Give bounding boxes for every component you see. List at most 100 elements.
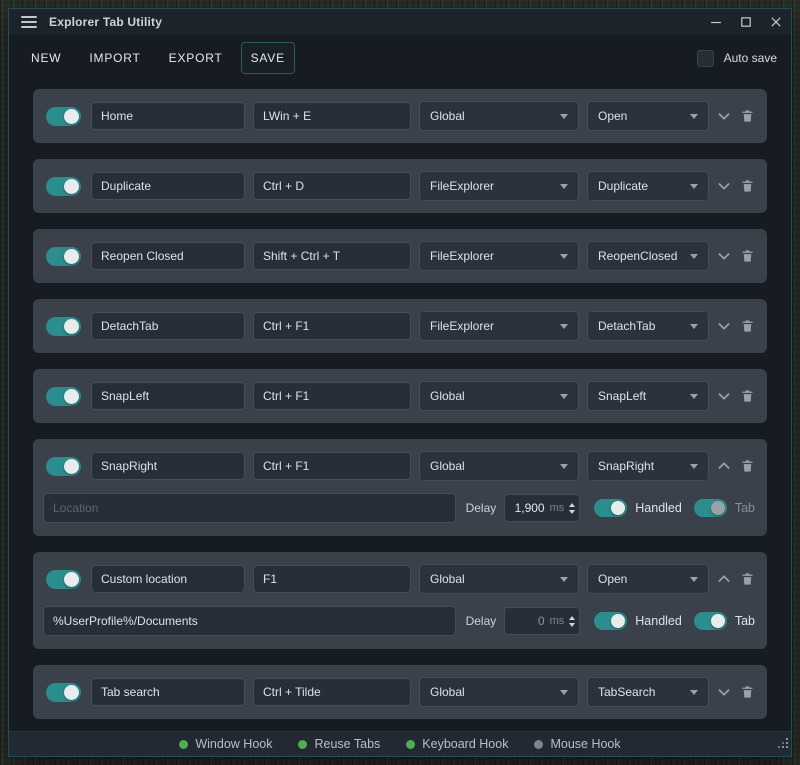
hotkey-input[interactable] <box>253 678 411 706</box>
action-select[interactable]: TabSearch <box>587 677 709 707</box>
action-select[interactable]: SnapLeft <box>587 381 709 411</box>
name-input[interactable] <box>91 172 245 200</box>
name-input[interactable] <box>91 382 245 410</box>
hotkey-row-main: Global TabSearch <box>33 665 767 719</box>
name-input[interactable] <box>91 312 245 340</box>
dropdown-caret-icon <box>690 577 698 582</box>
toggle-knob-icon <box>64 319 79 334</box>
menu-item-save[interactable]: SAVE <box>241 42 295 74</box>
handled-label: Handled <box>635 501 682 515</box>
expand-button[interactable] <box>714 104 734 128</box>
hotkey-input[interactable] <box>253 102 411 130</box>
status-item: Window Hook <box>179 737 272 751</box>
expand-button[interactable] <box>714 174 734 198</box>
name-input[interactable] <box>91 678 245 706</box>
delete-button[interactable] <box>737 454 757 478</box>
expand-button[interactable] <box>714 244 734 268</box>
scope-value: Global <box>430 389 465 403</box>
scope-select[interactable]: Global <box>419 101 579 131</box>
chevron-down-icon <box>716 684 732 700</box>
autosave-checkbox[interactable] <box>697 50 714 67</box>
enabled-toggle[interactable] <box>46 317 81 336</box>
chevron-down-icon <box>716 248 732 264</box>
scope-select[interactable]: FileExplorer <box>419 311 579 341</box>
hotkey-input[interactable] <box>253 242 411 270</box>
handled-toggle[interactable] <box>594 499 627 517</box>
hotkey-row: FileExplorer DetachTab <box>33 299 767 353</box>
delete-button[interactable] <box>737 314 757 338</box>
status-dot-icon <box>179 740 188 749</box>
expand-button[interactable] <box>714 680 734 704</box>
minimize-button[interactable] <box>701 9 731 35</box>
enabled-toggle[interactable] <box>46 387 81 406</box>
tab-toggle[interactable] <box>694 612 727 630</box>
enabled-toggle[interactable] <box>46 247 81 266</box>
menu-icon[interactable] <box>21 16 37 28</box>
trash-icon <box>740 571 755 587</box>
hotkey-row-main: Global Open <box>33 89 767 143</box>
scope-value: Global <box>430 572 465 586</box>
delay-input[interactable]: 1,900 ms <box>504 494 580 522</box>
location-input[interactable] <box>43 493 456 523</box>
hotkey-input[interactable] <box>253 312 411 340</box>
expand-button[interactable] <box>714 314 734 338</box>
action-select[interactable]: ReopenClosed <box>587 241 709 271</box>
action-select[interactable]: Open <box>587 101 709 131</box>
name-input[interactable] <box>91 565 245 593</box>
action-select[interactable]: Duplicate <box>587 171 709 201</box>
tab-toggle[interactable] <box>694 499 727 517</box>
spinner-up-down-icon[interactable] <box>569 503 575 514</box>
action-select[interactable]: Open <box>587 564 709 594</box>
delay-value: 1,900 <box>513 501 544 515</box>
delete-button[interactable] <box>737 567 757 591</box>
handled-toggle[interactable] <box>594 612 627 630</box>
delete-button[interactable] <box>737 384 757 408</box>
hotkey-input[interactable] <box>253 382 411 410</box>
scope-select[interactable]: Global <box>419 381 579 411</box>
enabled-toggle[interactable] <box>46 570 81 589</box>
delete-button[interactable] <box>737 680 757 704</box>
delay-label: Delay <box>466 501 497 515</box>
hotkey-row-main: Global SnapRight <box>33 439 767 493</box>
hotkey-input[interactable] <box>253 565 411 593</box>
action-value: ReopenClosed <box>598 249 677 263</box>
delay-input[interactable]: 0 ms <box>504 607 580 635</box>
expand-button[interactable] <box>714 567 734 591</box>
action-select[interactable]: SnapRight <box>587 451 709 481</box>
chevron-down-icon <box>716 388 732 404</box>
location-input[interactable] <box>43 606 456 636</box>
trash-icon <box>740 318 755 334</box>
hotkey-row-main: Global SnapLeft <box>33 369 767 423</box>
delete-button[interactable] <box>737 174 757 198</box>
expand-button[interactable] <box>714 454 734 478</box>
delete-button[interactable] <box>737 244 757 268</box>
dropdown-caret-icon <box>560 577 568 582</box>
scope-select[interactable]: FileExplorer <box>419 171 579 201</box>
name-input[interactable] <box>91 452 245 480</box>
expand-button[interactable] <box>714 384 734 408</box>
enabled-toggle[interactable] <box>46 107 81 126</box>
enabled-toggle[interactable] <box>46 457 81 476</box>
maximize-button[interactable] <box>731 9 761 35</box>
close-button[interactable] <box>761 9 791 35</box>
scope-select[interactable]: Global <box>419 451 579 481</box>
toggle-knob-icon <box>64 249 79 264</box>
scope-value: FileExplorer <box>430 179 494 193</box>
name-input[interactable] <box>91 242 245 270</box>
scope-select[interactable]: FileExplorer <box>419 241 579 271</box>
scope-select[interactable]: Global <box>419 564 579 594</box>
enabled-toggle[interactable] <box>46 683 81 702</box>
enabled-toggle[interactable] <box>46 177 81 196</box>
spinner-up-down-icon[interactable] <box>569 616 575 627</box>
autosave-label: Auto save <box>724 51 777 65</box>
action-select[interactable]: DetachTab <box>587 311 709 341</box>
menu-item-export[interactable]: EXPORT <box>159 42 233 74</box>
menu-item-import[interactable]: IMPORT <box>79 42 150 74</box>
hotkey-input[interactable] <box>253 452 411 480</box>
hotkey-input[interactable] <box>253 172 411 200</box>
menu-item-new[interactable]: NEW <box>21 42 71 74</box>
scope-select[interactable]: Global <box>419 677 579 707</box>
name-input[interactable] <box>91 102 245 130</box>
delete-button[interactable] <box>737 104 757 128</box>
resize-grip-icon[interactable] <box>778 736 789 754</box>
